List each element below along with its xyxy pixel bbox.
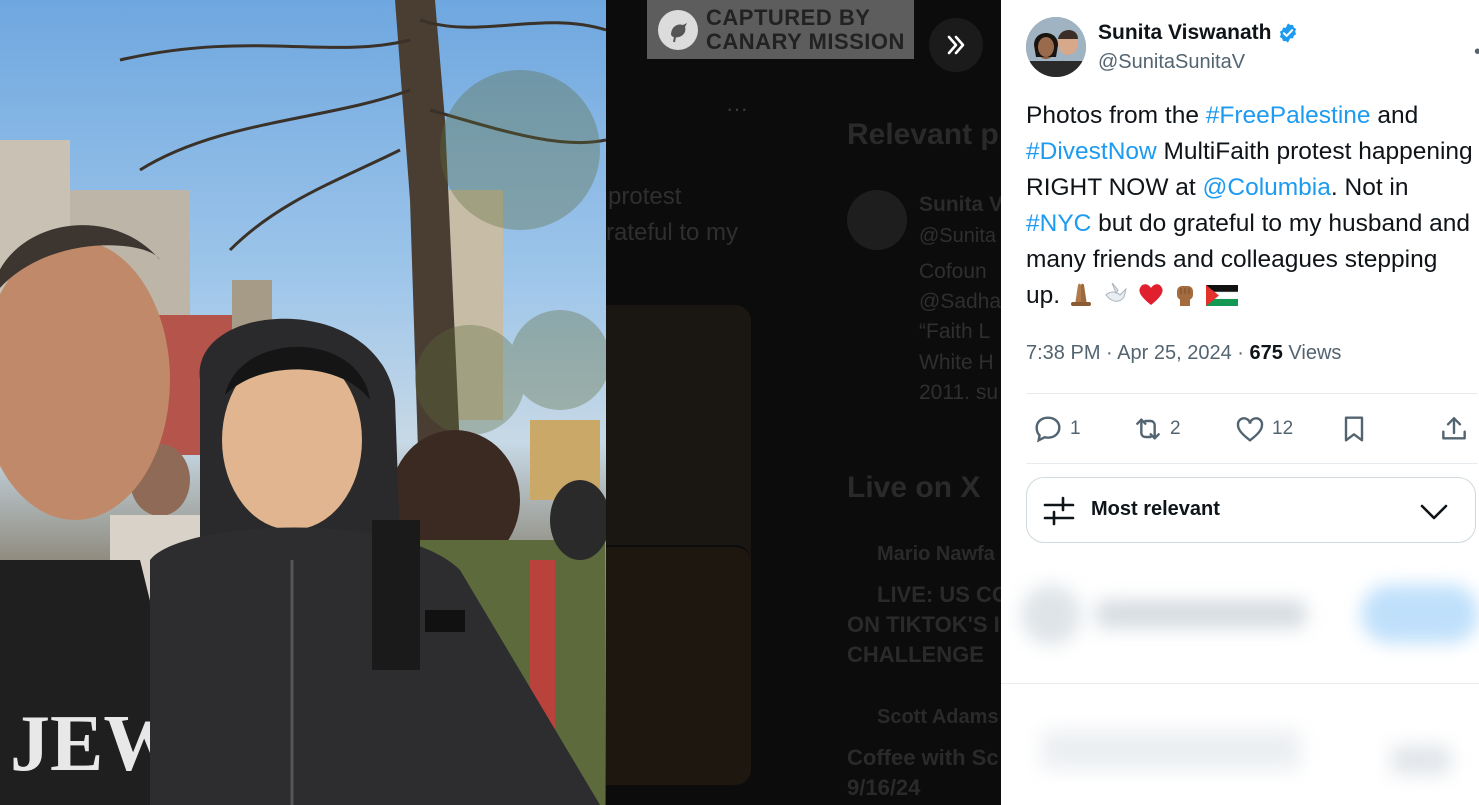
dim-image-bottom xyxy=(606,545,751,785)
tweet-text: Photos from the #FreePalestine and #Dive… xyxy=(1026,98,1476,314)
bookmark-button[interactable] xyxy=(1338,413,1370,445)
like-count: 12 xyxy=(1272,418,1294,439)
more-icon: ··· xyxy=(726,96,748,121)
tweet-header: Sunita Viswanath @SunitaSunitaV ••• xyxy=(1026,17,1479,77)
blurred-reply xyxy=(1001,700,1479,805)
relevant-heading: Relevant p xyxy=(847,118,999,151)
blurred-reply xyxy=(1001,565,1479,675)
like-button[interactable]: 12 xyxy=(1234,413,1293,445)
dimmed-background-timeline: ··· protest rateful to my Relevant p Sun… xyxy=(606,0,1001,805)
protest-photo-illustration: JEW xyxy=(0,0,606,805)
tweet-text-segment: . Not in xyxy=(1330,174,1409,201)
dove-emoji-icon xyxy=(1105,282,1127,302)
sort-label: Most relevant xyxy=(1091,498,1220,520)
dim-live-title: Coffee with Sc xyxy=(847,745,999,770)
meta-separator: · xyxy=(1231,342,1250,364)
heart-icon xyxy=(1236,417,1264,442)
bookmark-icon xyxy=(1344,416,1364,442)
dim-live-user: Scott Adams xyxy=(877,706,999,728)
views-count: 675 xyxy=(1249,342,1283,364)
reply-count: 1 xyxy=(1070,418,1081,439)
emoji-row xyxy=(1067,282,1239,309)
share-icon xyxy=(1442,417,1466,440)
chevron-down-icon xyxy=(1420,504,1448,520)
live-heading: Live on X xyxy=(847,471,981,504)
tweet-time[interactable]: 7:38 PM xyxy=(1026,342,1100,364)
divider xyxy=(1026,463,1478,464)
hashtag-link[interactable]: #FreePalestine xyxy=(1206,102,1371,129)
dim-live-title: ON TIKTOK'S I xyxy=(847,612,1000,637)
repost-count: 2 xyxy=(1170,418,1181,439)
dim-user-name: Sunita V xyxy=(919,193,1001,216)
verified-badge-icon xyxy=(1279,23,1296,43)
dim-live-user: Mario Nawfa xyxy=(877,543,995,565)
dim-live-title: LIVE: US CO xyxy=(877,582,1001,607)
hashtag-link[interactable]: #DivestNow xyxy=(1026,138,1157,165)
canary-bird-icon xyxy=(658,9,698,50)
mention-link[interactable]: @Columbia xyxy=(1203,174,1331,201)
hashtag-link[interactable]: #NYC xyxy=(1026,210,1091,237)
watermark-line: CANARY MISSION xyxy=(706,28,905,54)
dim-bio-line: White H xyxy=(919,351,994,374)
author-handle[interactable]: @SunitaSunitaV xyxy=(1098,51,1245,74)
tweet-photo[interactable]: JEW xyxy=(0,0,606,805)
dim-bio-line: “Faith L xyxy=(919,320,991,343)
canary-mission-watermark: CAPTURED BY CANARY MISSION xyxy=(647,0,914,59)
tweet-date[interactable]: Apr 25, 2024 xyxy=(1117,342,1232,364)
avatar[interactable] xyxy=(1026,17,1086,77)
dim-bio-line: Cofoun xyxy=(919,260,987,283)
dim-text-fragment: protest xyxy=(608,183,682,210)
double-chevron-right-icon[interactable] xyxy=(929,18,983,72)
watermark-line: CAPTURED BY xyxy=(706,4,871,30)
divider xyxy=(1001,683,1479,684)
tweet-detail-panel: Sunita Viswanath @SunitaSunitaV ••• Phot… xyxy=(1001,0,1479,805)
dim-bio-line: 2011. su xyxy=(919,381,999,404)
folded-hands-emoji-icon xyxy=(1070,283,1091,306)
author-name-row[interactable]: Sunita Viswanath xyxy=(1098,21,1299,45)
reply-icon xyxy=(1035,416,1061,443)
tweet-text-segment: and xyxy=(1370,102,1419,129)
palestine-flag-emoji-icon xyxy=(1206,285,1239,306)
author-name[interactable]: Sunita Viswanath xyxy=(1098,21,1272,45)
dim-bio-line: @Sadha xyxy=(919,290,1001,313)
tweet-text-segment: Photos from the xyxy=(1026,102,1206,129)
meta-separator: · xyxy=(1100,342,1118,364)
dim-text-fragment: rateful to my xyxy=(606,219,739,246)
reply-button[interactable]: 1 xyxy=(1032,413,1081,445)
raised-fist-emoji-icon xyxy=(1177,286,1194,306)
repost-button[interactable]: 2 xyxy=(1132,413,1181,445)
tweet-meta: 7:38 PM · Apr 25, 2024 · 675 Views xyxy=(1026,342,1341,365)
more-options-icon[interactable]: ••• xyxy=(1474,41,1479,64)
dim-avatar xyxy=(847,190,907,250)
tweet-action-bar: 1 2 12 xyxy=(1026,405,1476,455)
reply-sort-dropdown[interactable]: Most relevant xyxy=(1026,477,1476,543)
views-label: Views xyxy=(1282,342,1342,364)
dim-user-handle: @Sunita xyxy=(919,225,997,247)
sliders-icon xyxy=(1043,496,1075,526)
red-heart-emoji-icon xyxy=(1138,284,1163,305)
divider xyxy=(1026,393,1478,394)
dim-live-title: 9/16/24 xyxy=(847,775,921,800)
repost-icon xyxy=(1136,418,1160,440)
share-button[interactable] xyxy=(1438,413,1470,445)
dim-live-title: CHALLENGE xyxy=(847,642,984,667)
